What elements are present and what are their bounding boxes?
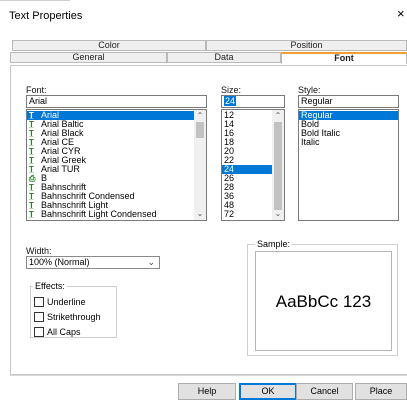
- printer-font-icon: ⎙: [29, 174, 36, 183]
- effects-checkbox-all-caps[interactable]: All Caps: [34, 326, 101, 338]
- style-input[interactable]: Regular: [298, 95, 399, 108]
- font-input[interactable]: Arial: [26, 95, 207, 108]
- tab-position[interactable]: Position: [206, 40, 407, 51]
- font-list-scrollbar[interactable]: ⌃ ⌄: [194, 110, 206, 220]
- size-input-value: 24: [224, 96, 237, 106]
- list-item-label: 72: [224, 209, 235, 219]
- checkbox-label: Underline: [47, 297, 86, 307]
- size-label: Size:: [221, 85, 242, 95]
- tab-font[interactable]: Font: [281, 52, 407, 64]
- top-divider: [0, 0, 70, 1]
- tab-general[interactable]: General: [10, 52, 167, 63]
- truetype-font-icon: T̲: [29, 129, 34, 138]
- truetype-font-icon: T̲: [29, 183, 34, 192]
- truetype-font-icon: T̲: [29, 120, 34, 129]
- truetype-font-icon: T̲: [29, 210, 34, 219]
- close-icon[interactable]: ×: [397, 7, 405, 21]
- checkbox-icon[interactable]: [34, 327, 44, 337]
- checkbox-label: All Caps: [47, 327, 81, 337]
- width-select-value: 100% (Normal): [29, 257, 90, 267]
- truetype-font-icon: T̲: [29, 192, 34, 201]
- effects-checkbox-underline[interactable]: Underline: [34, 296, 101, 308]
- list-item[interactable]: Italic: [299, 138, 398, 147]
- effects-label: Effects:: [33, 281, 67, 291]
- list-item[interactable]: T̲ Arial TUR: [27, 165, 194, 175]
- truetype-font-icon: T̲: [29, 147, 34, 156]
- sample-preview: AaBbCc 123: [255, 251, 392, 351]
- truetype-font-icon: T̲: [29, 138, 34, 147]
- truetype-font-icon: T̲: [29, 201, 34, 210]
- tab-color[interactable]: Color: [12, 40, 206, 51]
- list-item[interactable]: 72: [222, 210, 272, 219]
- cancel-button[interactable]: Cancel: [296, 383, 353, 400]
- style-label: Style:: [298, 85, 321, 95]
- scroll-up-icon[interactable]: ⌃: [194, 110, 206, 122]
- font-list[interactable]: T̲ Arial T̲ Arial Baltic T̲ Arial Black T̲ Aria…: [26, 109, 207, 221]
- style-list[interactable]: Regular Bold Bold Italic Italic: [298, 109, 399, 221]
- size-input[interactable]: 24: [221, 95, 285, 108]
- truetype-font-icon: T̲: [29, 156, 34, 165]
- help-button[interactable]: Help: [178, 383, 236, 400]
- effects-checkbox-strikethrough[interactable]: Strikethrough: [34, 311, 101, 323]
- checkbox-icon[interactable]: [34, 297, 44, 307]
- tab-data[interactable]: Data: [167, 52, 281, 63]
- sample-label: Sample:: [255, 239, 293, 249]
- list-item-label: Bahnschrift Light Condensed: [41, 209, 157, 219]
- panel-bottom-divider: [10, 375, 407, 376]
- checkbox-label: Strikethrough: [47, 312, 101, 322]
- size-list[interactable]: 12 14 16 18 20 22 24 26 28 36 48 72 ⌃ ⌄: [221, 109, 285, 221]
- size-list-scrollbar[interactable]: ⌃ ⌄: [272, 110, 284, 220]
- width-select[interactable]: 100% (Normal) ⌄: [26, 256, 160, 269]
- font-list-scroll-thumb[interactable]: [196, 122, 204, 138]
- truetype-font-icon: T̲: [29, 111, 34, 120]
- window-title: Text Properties: [9, 10, 83, 22]
- place-button[interactable]: Place: [355, 383, 407, 400]
- list-item[interactable]: T̲ Bahnschrift Light Condensed: [27, 209, 194, 220]
- width-label: Width:: [26, 246, 52, 256]
- ok-button[interactable]: OK: [239, 383, 297, 400]
- checkbox-icon[interactable]: [34, 312, 44, 322]
- scroll-up-icon[interactable]: ⌃: [272, 110, 284, 122]
- scroll-down-icon[interactable]: ⌄: [272, 208, 284, 220]
- size-list-scroll-thumb[interactable]: [274, 122, 282, 210]
- chevron-down-icon: ⌄: [147, 257, 155, 267]
- font-label: Font:: [26, 85, 47, 95]
- scroll-down-icon[interactable]: ⌄: [194, 208, 206, 220]
- truetype-font-icon: T̲: [29, 165, 34, 174]
- list-item-label: Italic: [301, 137, 320, 147]
